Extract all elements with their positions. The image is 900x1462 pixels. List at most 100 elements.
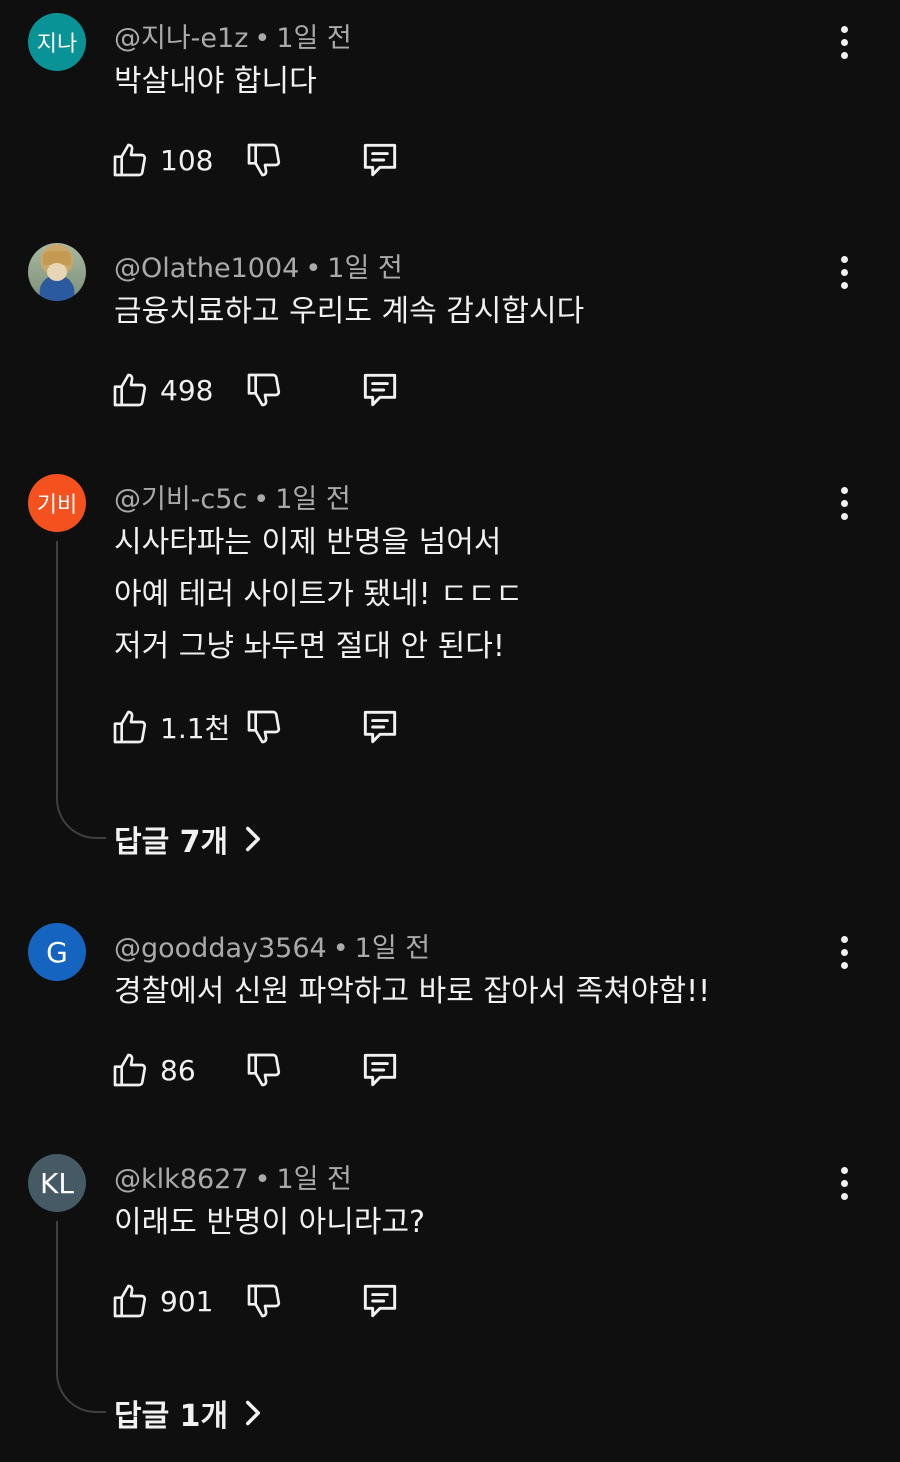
comment-time[interactable]: 1일 전: [276, 1164, 351, 1195]
avatar[interactable]: KL: [28, 1154, 86, 1212]
more-options-button[interactable]: [828, 22, 860, 62]
like-count: 901: [160, 1284, 214, 1318]
comment-time[interactable]: 1일 전: [276, 23, 351, 54]
like-button[interactable]: 901: [110, 1279, 213, 1323]
reply-thread-line: [56, 1221, 106, 1413]
dislike-button[interactable]: [244, 705, 284, 749]
comment-meta: @Olathe1004 • 1일 전: [114, 246, 403, 285]
meta-separator: •: [305, 253, 322, 284]
dislike-button[interactable]: [244, 138, 284, 182]
view-replies-button[interactable]: 답글 1개: [114, 1391, 264, 1435]
comment-actions: 86: [110, 1048, 430, 1092]
comment-icon: [363, 710, 397, 744]
more-options-button[interactable]: [828, 1163, 860, 1203]
thumbs-up-icon: [113, 1053, 147, 1087]
dislike-button[interactable]: [244, 1279, 284, 1323]
dislike-button[interactable]: [244, 368, 284, 412]
comment-icon: [363, 1053, 397, 1087]
comment-icon: [363, 373, 397, 407]
vertical-dots-icon: [840, 25, 848, 33]
avatar[interactable]: 지나: [28, 13, 86, 71]
comment-text-line: 박살내야 합니다: [114, 64, 317, 99]
reply-button[interactable]: [358, 705, 402, 749]
like-button[interactable]: 86: [110, 1048, 196, 1092]
comment-text: 경찰에서 신원 파악하고 바로 잡아서 족쳐야함!!: [114, 966, 710, 1018]
avatar-image-part: [42, 281, 72, 301]
more-options-button[interactable]: [828, 252, 860, 292]
comment-author[interactable]: @지나-e1z: [114, 23, 248, 54]
more-options-button[interactable]: [828, 483, 860, 523]
comment-text-line: 이래도 반명이 아니라고?: [114, 1205, 425, 1240]
comment-meta: @기비-c5c • 1일 전: [114, 477, 351, 516]
view-replies-button[interactable]: 답글 7개: [114, 817, 264, 861]
comment-author[interactable]: @klk8627: [114, 1164, 249, 1195]
comment-time[interactable]: 1일 전: [327, 253, 402, 284]
dislike-button[interactable]: [244, 1048, 284, 1092]
thumbs-up-icon: [113, 143, 147, 177]
comment-text-line: 경찰에서 신원 파악하고 바로 잡아서 족쳐야함!!: [114, 974, 711, 1009]
comment-time[interactable]: 1일 전: [275, 484, 350, 515]
comment-text: 시사타파는 이제 반명을 넘어서 아예 테러 사이트가 됐네! ㄷㄷㄷ 저거 그…: [114, 517, 523, 673]
comment-actions: 901: [110, 1279, 430, 1323]
comment-icon: [363, 143, 397, 177]
comment-icon: [363, 1284, 397, 1318]
avatar[interactable]: [28, 243, 86, 301]
avatar-initials: 지나: [36, 32, 78, 57]
reply-thread-line: [56, 541, 106, 839]
like-count: 1.1천: [160, 712, 231, 745]
thumbs-down-icon: [247, 373, 281, 407]
thumbs-down-icon: [247, 710, 281, 744]
comment-text-line: 금융치료하고 우리도 계속 감시합시다: [114, 294, 585, 329]
comment-text-line: 아예 테러 사이트가 됐네! ㄷㄷㄷ: [114, 577, 523, 612]
comment-text: 박살내야 합니다: [114, 56, 317, 108]
comment-author[interactable]: @기비-c5c: [114, 484, 247, 515]
thumbs-up-icon: [113, 1284, 147, 1318]
vertical-dots-icon: [840, 935, 848, 943]
chevron-right-icon: [246, 826, 261, 852]
comment-meta: @klk8627 • 1일 전: [114, 1157, 352, 1196]
comment-text-line: 저거 그냥 놔두면 절대 안 된다!: [114, 629, 505, 664]
avatar-image-part: [47, 263, 67, 281]
comment-actions: 498: [110, 368, 430, 412]
thumbs-up-icon: [113, 710, 147, 744]
like-count: 86: [160, 1053, 196, 1087]
meta-separator: •: [254, 1164, 271, 1195]
comment-actions: 1.1천: [110, 705, 430, 749]
meta-separator: •: [253, 484, 270, 515]
reply-button[interactable]: [358, 368, 402, 412]
replies-label: 답글 7개: [114, 825, 229, 860]
avatar[interactable]: 기비: [28, 474, 86, 532]
vertical-dots-icon: [840, 1166, 848, 1174]
meta-separator: •: [254, 23, 271, 54]
more-options-button[interactable]: [828, 932, 860, 972]
thumbs-up-icon: [113, 373, 147, 407]
comment-meta: @goodday3564 • 1일 전: [114, 926, 430, 965]
meta-separator: •: [332, 933, 349, 964]
thumbs-down-icon: [247, 1053, 281, 1087]
like-button[interactable]: 1.1천: [110, 705, 230, 749]
replies-label: 답글 1개: [114, 1399, 229, 1434]
avatar-initials: KL: [40, 1166, 74, 1200]
reply-button[interactable]: [358, 138, 402, 182]
comment-author[interactable]: @goodday3564: [114, 933, 327, 964]
comment-text: 금융치료하고 우리도 계속 감시합시다: [114, 286, 584, 338]
comment-author[interactable]: @Olathe1004: [114, 253, 299, 284]
vertical-dots-icon: [840, 255, 848, 263]
reply-button[interactable]: [358, 1048, 402, 1092]
comment-meta: @지나-e1z • 1일 전: [114, 16, 352, 55]
avatar-initials: 기비: [36, 493, 78, 518]
avatar[interactable]: G: [28, 923, 86, 981]
like-button[interactable]: 108: [110, 138, 213, 182]
reply-button[interactable]: [358, 1279, 402, 1323]
comment-text-line: 시사타파는 이제 반명을 넘어서: [114, 525, 502, 560]
like-button[interactable]: 498: [110, 368, 213, 412]
thumbs-down-icon: [247, 1284, 281, 1318]
like-count: 108: [160, 143, 214, 177]
thumbs-down-icon: [247, 143, 281, 177]
comment-actions: 108: [110, 138, 430, 182]
vertical-dots-icon: [840, 486, 848, 494]
comment-time[interactable]: 1일 전: [355, 933, 430, 964]
avatar-initials: G: [46, 935, 68, 969]
like-count: 498: [160, 373, 214, 407]
chevron-right-icon: [246, 1400, 261, 1426]
